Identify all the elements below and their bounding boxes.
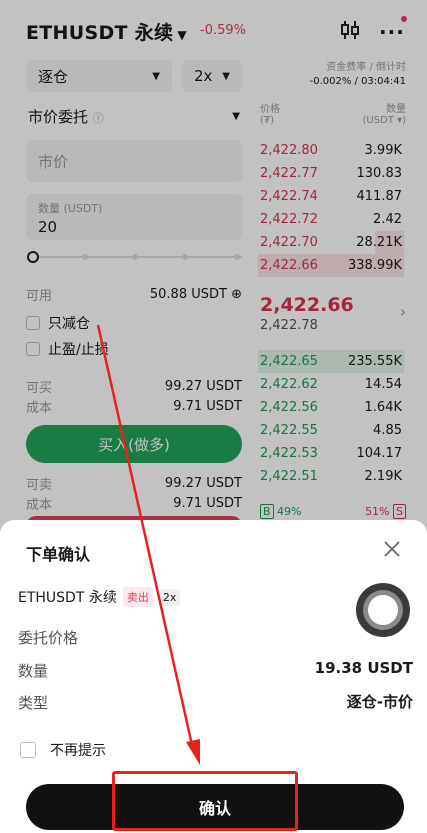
price-label: 委托价格 bbox=[18, 629, 79, 647]
leverage-badge: 2x bbox=[158, 588, 181, 606]
side-badge: 卖出 bbox=[122, 587, 153, 607]
checkbox-box bbox=[20, 742, 36, 758]
sheet-title: 下单确认 bbox=[26, 545, 91, 564]
type-value: 逐仓-市价 bbox=[346, 693, 413, 711]
no-remind-label: 不再提示 bbox=[50, 743, 106, 759]
annotation-highlight-box bbox=[112, 771, 298, 831]
close-icon[interactable] bbox=[382, 539, 402, 559]
type-label: 类型 bbox=[18, 694, 49, 712]
order-symbol: ETHUSDT 永续 bbox=[18, 590, 117, 606]
order-symbol-row: ETHUSDT 永续 卖出 2x bbox=[18, 587, 181, 607]
qty-label: 数量 bbox=[18, 662, 49, 680]
qty-value: 19.38 USDT bbox=[314, 659, 413, 677]
no-remind-checkbox[interactable]: 不再提示 bbox=[20, 740, 106, 760]
loading-spinner-icon bbox=[356, 583, 410, 637]
